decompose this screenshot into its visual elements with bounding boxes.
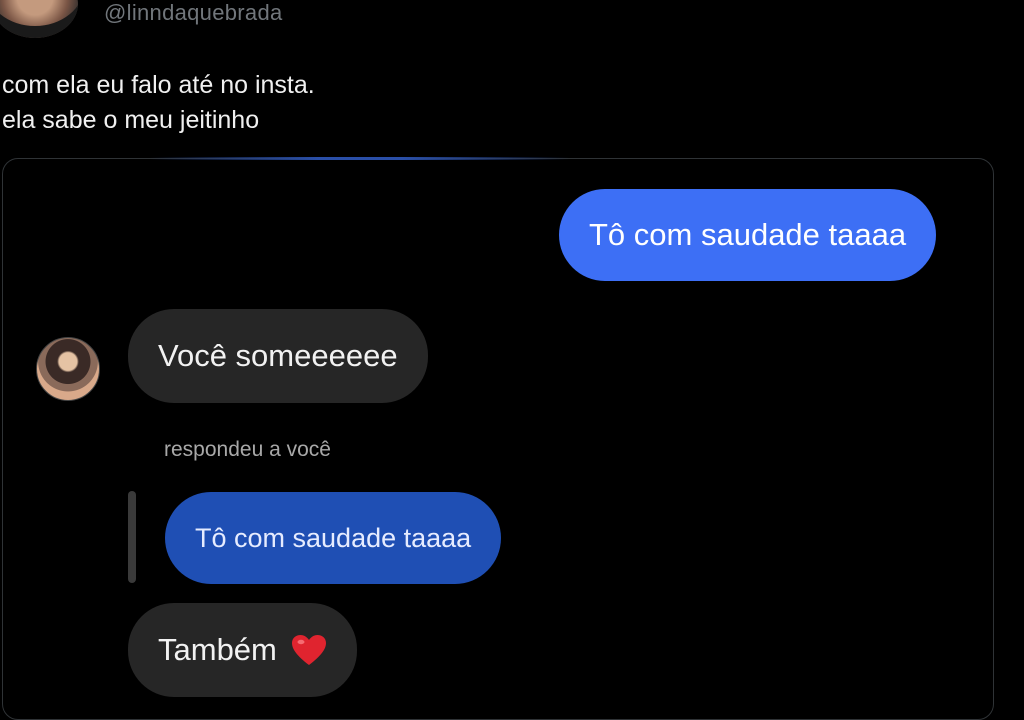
contact-avatar[interactable]	[36, 337, 100, 401]
tweet-text: com ela eu falo até no insta. ela sabe o…	[2, 68, 315, 138]
received-message-text: Também	[158, 632, 277, 667]
author-avatar[interactable]	[0, 0, 78, 38]
sent-message-text: Tô com saudade taaaa	[589, 217, 907, 252]
received-message-text: Você someeeeee	[158, 338, 398, 373]
tweet-text-line: com ela eu falo até no insta.	[2, 71, 315, 99]
quoted-message-bubble: Tô com saudade taaaa	[165, 492, 502, 584]
received-message-bubble: Você someeeeee	[128, 309, 428, 403]
reply-caption: respondeu a você	[164, 438, 331, 461]
heart-icon	[291, 634, 327, 666]
quoted-message-text: Tô com saudade taaaa	[195, 522, 472, 553]
sent-message-bubble: Tô com saudade taaaa	[559, 189, 937, 281]
reply-indicator-bar	[128, 491, 136, 583]
author-handle[interactable]: @linndaquebrada	[104, 0, 283, 26]
tweet-text-line: ela sabe o meu jeitinho	[2, 106, 260, 134]
card-top-glow	[150, 157, 570, 160]
